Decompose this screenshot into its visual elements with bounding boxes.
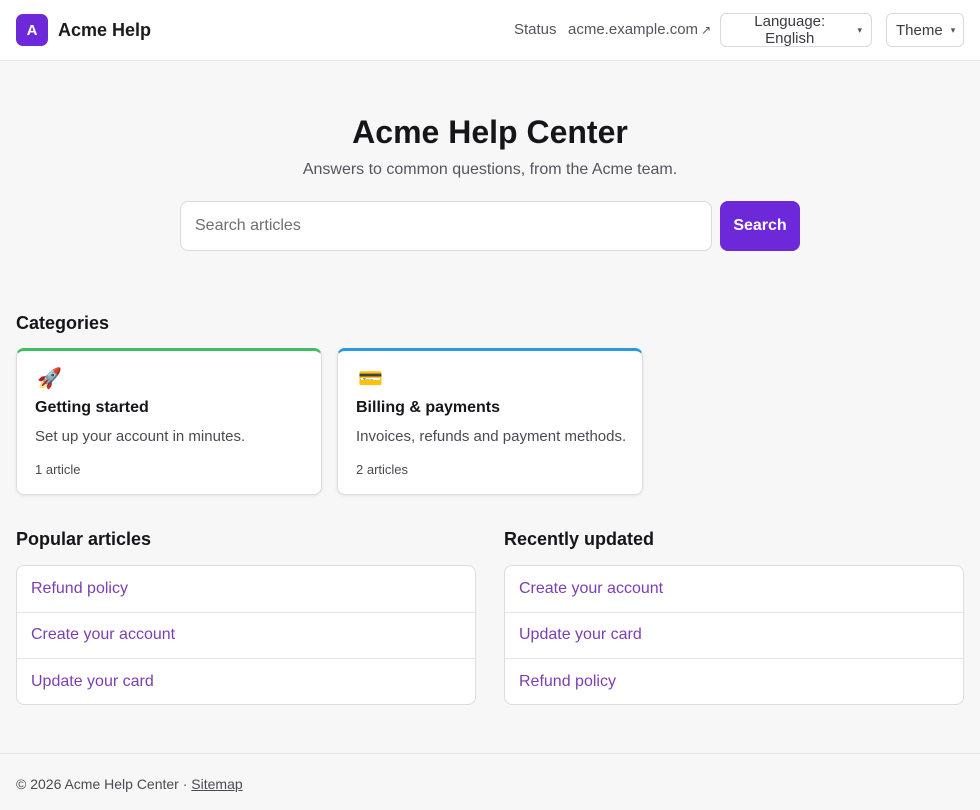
popular-articles-list: Refund policy Create your account Update… — [16, 565, 476, 705]
credit-card-icon: 💳 — [358, 368, 383, 390]
category-card-getting-started[interactable]: 🚀 Getting started Set up your account in… — [16, 348, 322, 495]
site-link-label: acme.example.com — [568, 21, 699, 38]
article-link[interactable]: Create your account — [31, 626, 175, 644]
theme-select[interactable]: Theme ▾ — [886, 13, 964, 47]
article-link[interactable]: Update your card — [519, 626, 642, 644]
language-select[interactable]: Language: English ▾ — [720, 13, 872, 47]
list-item: Refund policy — [17, 566, 475, 613]
list-item: Update your card — [505, 613, 963, 660]
list-item: Create your account — [17, 613, 475, 660]
list-item: Update your card — [17, 659, 475, 704]
article-link[interactable]: Refund policy — [31, 580, 128, 598]
footer: © 2026 Acme Help Center · Sitemap — [0, 753, 980, 810]
status-link[interactable]: Status — [514, 21, 557, 38]
category-title: Getting started — [35, 399, 149, 416]
category-article-count: 2 articles — [356, 462, 409, 477]
footer-text: © 2026 Acme Help Center · Sitemap — [16, 776, 243, 792]
chevron-down-icon: ▾ — [857, 24, 862, 35]
copyright-text: © 2026 Acme Help Center · — [16, 776, 192, 792]
logo-icon[interactable]: A — [16, 14, 48, 46]
list-item: Create your account — [505, 566, 963, 613]
top-bar: A Acme Help Status acme.example.com ↗ Lan… — [0, 0, 980, 61]
sitemap-link[interactable]: Sitemap — [191, 776, 242, 792]
page-title: Acme Help Center — [352, 114, 628, 150]
search-input[interactable] — [180, 201, 712, 251]
article-link[interactable]: Create your account — [519, 580, 663, 598]
rocket-icon: 🚀 — [37, 368, 62, 390]
category-description: Invoices, refunds and payment methods. — [356, 428, 627, 445]
recently-updated-list: Create your account Update your card Ref… — [504, 565, 964, 705]
external-link-icon: ↗ — [701, 23, 712, 37]
brand-name[interactable]: Acme Help — [58, 20, 151, 41]
categories-heading: Categories — [16, 313, 110, 333]
category-description: Set up your account in minutes. — [35, 428, 246, 445]
theme-select-label: Theme — [896, 21, 943, 39]
category-card-billing[interactable]: 💳 Billing & payments Invoices, refunds a… — [337, 348, 643, 495]
article-link[interactable]: Update your card — [31, 673, 154, 691]
category-title: Billing & payments — [356, 399, 501, 416]
category-article-count: 1 article — [35, 462, 81, 477]
article-link[interactable]: Refund policy — [519, 673, 616, 691]
list-item: Refund policy — [505, 659, 963, 704]
site-link[interactable]: acme.example.com ↗ — [568, 21, 711, 38]
language-select-label: Language: English — [754, 13, 826, 47]
search-button[interactable]: Search — [720, 201, 800, 251]
chevron-down-icon: ▾ — [950, 24, 956, 35]
popular-articles-heading: Popular articles — [16, 529, 152, 549]
page-subtitle: Answers to common questions, from the Ac… — [302, 161, 678, 178]
recently-updated-heading: Recently updated — [504, 529, 655, 549]
